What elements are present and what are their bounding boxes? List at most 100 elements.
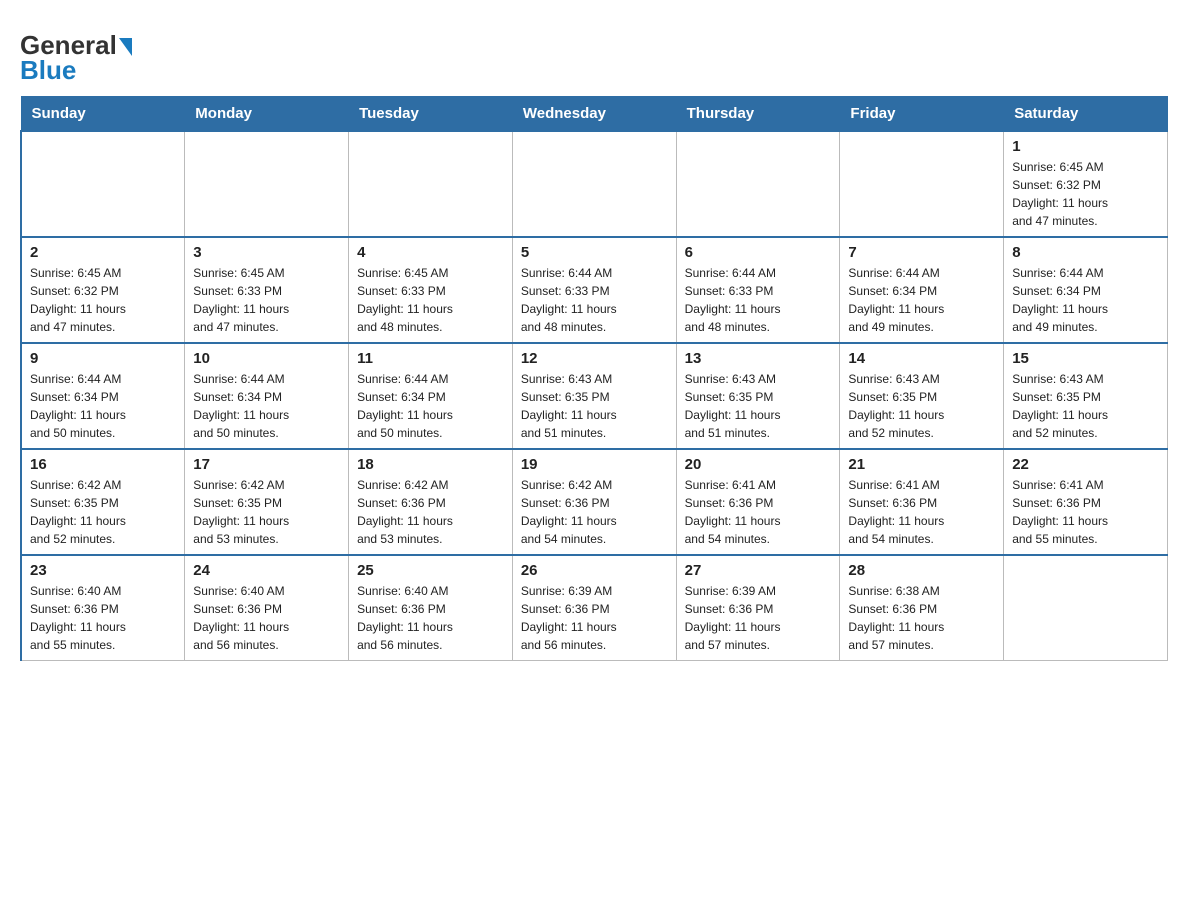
day-number: 27 <box>685 562 832 579</box>
day-number: 28 <box>848 562 995 579</box>
calendar-day-cell: 25 Sunrise: 6:40 AM Sunset: 6:36 PM Dayli… <box>349 555 513 661</box>
day-number: 11 <box>357 350 504 367</box>
calendar-header-monday: Monday <box>185 97 349 132</box>
day-info: Sunrise: 6:45 AM Sunset: 6:32 PM Dayligh… <box>30 264 176 336</box>
calendar-day-cell: 7 Sunrise: 6:44 AM Sunset: 6:34 PM Daylig… <box>840 237 1004 343</box>
calendar-day-cell: 5 Sunrise: 6:44 AM Sunset: 6:33 PM Daylig… <box>512 237 676 343</box>
day-info: Sunrise: 6:39 AM Sunset: 6:36 PM Dayligh… <box>521 582 668 654</box>
calendar-day-cell: 17 Sunrise: 6:42 AM Sunset: 6:35 PM Dayli… <box>185 449 349 555</box>
day-info: Sunrise: 6:44 AM Sunset: 6:33 PM Dayligh… <box>685 264 832 336</box>
day-number: 9 <box>30 350 176 367</box>
calendar-header-sunday: Sunday <box>21 97 185 132</box>
day-info: Sunrise: 6:41 AM Sunset: 6:36 PM Dayligh… <box>685 476 832 548</box>
day-number: 10 <box>193 350 340 367</box>
calendar-day-cell <box>512 131 676 237</box>
calendar-day-cell: 27 Sunrise: 6:39 AM Sunset: 6:36 PM Dayli… <box>676 555 840 661</box>
day-info: Sunrise: 6:43 AM Sunset: 6:35 PM Dayligh… <box>685 370 832 442</box>
day-info: Sunrise: 6:42 AM Sunset: 6:35 PM Dayligh… <box>30 476 176 548</box>
day-number: 23 <box>30 562 176 579</box>
day-number: 18 <box>357 456 504 473</box>
calendar-day-cell: 18 Sunrise: 6:42 AM Sunset: 6:36 PM Dayli… <box>349 449 513 555</box>
calendar-day-cell: 8 Sunrise: 6:44 AM Sunset: 6:34 PM Daylig… <box>1004 237 1168 343</box>
day-info: Sunrise: 6:42 AM Sunset: 6:36 PM Dayligh… <box>521 476 668 548</box>
calendar-header-saturday: Saturday <box>1004 97 1168 132</box>
calendar-header-friday: Friday <box>840 97 1004 132</box>
logo: General Blue <box>20 30 132 86</box>
day-number: 20 <box>685 456 832 473</box>
calendar-day-cell: 13 Sunrise: 6:43 AM Sunset: 6:35 PM Dayli… <box>676 343 840 449</box>
day-number: 16 <box>30 456 176 473</box>
day-number: 17 <box>193 456 340 473</box>
day-number: 3 <box>193 244 340 261</box>
day-number: 21 <box>848 456 995 473</box>
calendar-day-cell: 4 Sunrise: 6:45 AM Sunset: 6:33 PM Daylig… <box>349 237 513 343</box>
calendar-day-cell <box>1004 555 1168 661</box>
calendar-table: SundayMondayTuesdayWednesdayThursdayFrid… <box>20 96 1168 661</box>
calendar-day-cell: 22Sunrise: 6:41 AM Sunset: 6:36 PM Dayli… <box>1004 449 1168 555</box>
calendar-week-row: 23 Sunrise: 6:40 AM Sunset: 6:36 PM Dayli… <box>21 555 1168 661</box>
day-info: Sunrise: 6:45 AM Sunset: 6:33 PM Dayligh… <box>357 264 504 336</box>
day-info: Sunrise: 6:44 AM Sunset: 6:34 PM Dayligh… <box>848 264 995 336</box>
day-info: Sunrise: 6:42 AM Sunset: 6:35 PM Dayligh… <box>193 476 340 548</box>
day-info: Sunrise: 6:43 AM Sunset: 6:35 PM Dayligh… <box>848 370 995 442</box>
day-info: Sunrise: 6:40 AM Sunset: 6:36 PM Dayligh… <box>357 582 504 654</box>
calendar-day-cell: 19 Sunrise: 6:42 AM Sunset: 6:36 PM Dayli… <box>512 449 676 555</box>
day-number: 25 <box>357 562 504 579</box>
day-info: Sunrise: 6:43 AM Sunset: 6:35 PM Dayligh… <box>1012 370 1159 442</box>
calendar-day-cell: 2 Sunrise: 6:45 AM Sunset: 6:32 PM Daylig… <box>21 237 185 343</box>
day-number: 24 <box>193 562 340 579</box>
day-number: 2 <box>30 244 176 261</box>
day-info: Sunrise: 6:44 AM Sunset: 6:34 PM Dayligh… <box>357 370 504 442</box>
day-number: 4 <box>357 244 504 261</box>
day-number: 5 <box>521 244 668 261</box>
calendar-day-cell: 15 Sunrise: 6:43 AM Sunset: 6:35 PM Dayli… <box>1004 343 1168 449</box>
day-info: Sunrise: 6:41 AM Sunset: 6:36 PM Dayligh… <box>1012 476 1159 548</box>
calendar-week-row: 9 Sunrise: 6:44 AM Sunset: 6:34 PM Daylig… <box>21 343 1168 449</box>
calendar-day-cell: 20 Sunrise: 6:41 AM Sunset: 6:36 PM Dayli… <box>676 449 840 555</box>
calendar-day-cell: 6 Sunrise: 6:44 AM Sunset: 6:33 PM Daylig… <box>676 237 840 343</box>
calendar-day-cell: 21 Sunrise: 6:41 AM Sunset: 6:36 PM Dayli… <box>840 449 1004 555</box>
day-number: 8 <box>1012 244 1159 261</box>
day-number: 15 <box>1012 350 1159 367</box>
page-header: General Blue <box>20 20 1168 86</box>
calendar-day-cell: 1Sunrise: 6:45 AM Sunset: 6:32 PM Daylig… <box>1004 131 1168 237</box>
day-info: Sunrise: 6:41 AM Sunset: 6:36 PM Dayligh… <box>848 476 995 548</box>
calendar-day-cell: 26 Sunrise: 6:39 AM Sunset: 6:36 PM Dayli… <box>512 555 676 661</box>
calendar-day-cell: 9 Sunrise: 6:44 AM Sunset: 6:34 PM Daylig… <box>21 343 185 449</box>
calendar-day-cell: 10 Sunrise: 6:44 AM Sunset: 6:34 PM Dayli… <box>185 343 349 449</box>
calendar-day-cell <box>21 131 185 237</box>
calendar-header-wednesday: Wednesday <box>512 97 676 132</box>
day-number: 13 <box>685 350 832 367</box>
calendar-day-cell: 23 Sunrise: 6:40 AM Sunset: 6:36 PM Dayli… <box>21 555 185 661</box>
calendar-header-tuesday: Tuesday <box>349 97 513 132</box>
calendar-day-cell: 28 Sunrise: 6:38 AM Sunset: 6:36 PM Dayli… <box>840 555 1004 661</box>
day-info: Sunrise: 6:43 AM Sunset: 6:35 PM Dayligh… <box>521 370 668 442</box>
day-number: 19 <box>521 456 668 473</box>
day-info: Sunrise: 6:40 AM Sunset: 6:36 PM Dayligh… <box>193 582 340 654</box>
day-info: Sunrise: 6:44 AM Sunset: 6:34 PM Dayligh… <box>30 370 176 442</box>
day-info: Sunrise: 6:45 AM Sunset: 6:32 PM Dayligh… <box>1012 158 1159 230</box>
day-info: Sunrise: 6:44 AM Sunset: 6:33 PM Dayligh… <box>521 264 668 336</box>
calendar-day-cell: 11 Sunrise: 6:44 AM Sunset: 6:34 PM Dayli… <box>349 343 513 449</box>
calendar-day-cell: 24 Sunrise: 6:40 AM Sunset: 6:36 PM Dayli… <box>185 555 349 661</box>
logo-arrow-icon <box>119 38 132 56</box>
day-number: 26 <box>521 562 668 579</box>
day-info: Sunrise: 6:40 AM Sunset: 6:36 PM Dayligh… <box>30 582 176 654</box>
day-info: Sunrise: 6:44 AM Sunset: 6:34 PM Dayligh… <box>1012 264 1159 336</box>
calendar-week-row: 16 Sunrise: 6:42 AM Sunset: 6:35 PM Dayli… <box>21 449 1168 555</box>
calendar-day-cell <box>185 131 349 237</box>
calendar-day-cell: 16 Sunrise: 6:42 AM Sunset: 6:35 PM Dayli… <box>21 449 185 555</box>
day-info: Sunrise: 6:39 AM Sunset: 6:36 PM Dayligh… <box>685 582 832 654</box>
calendar-day-cell: 14 Sunrise: 6:43 AM Sunset: 6:35 PM Dayli… <box>840 343 1004 449</box>
day-number: 12 <box>521 350 668 367</box>
calendar-day-cell: 12 Sunrise: 6:43 AM Sunset: 6:35 PM Dayli… <box>512 343 676 449</box>
day-info: Sunrise: 6:38 AM Sunset: 6:36 PM Dayligh… <box>848 582 995 654</box>
day-info: Sunrise: 6:42 AM Sunset: 6:36 PM Dayligh… <box>357 476 504 548</box>
day-number: 14 <box>848 350 995 367</box>
day-number: 6 <box>685 244 832 261</box>
calendar-header-row: SundayMondayTuesdayWednesdayThursdayFrid… <box>21 97 1168 132</box>
day-info: Sunrise: 6:44 AM Sunset: 6:34 PM Dayligh… <box>193 370 340 442</box>
day-info: Sunrise: 6:45 AM Sunset: 6:33 PM Dayligh… <box>193 264 340 336</box>
day-number: 7 <box>848 244 995 261</box>
calendar-day-cell <box>840 131 1004 237</box>
